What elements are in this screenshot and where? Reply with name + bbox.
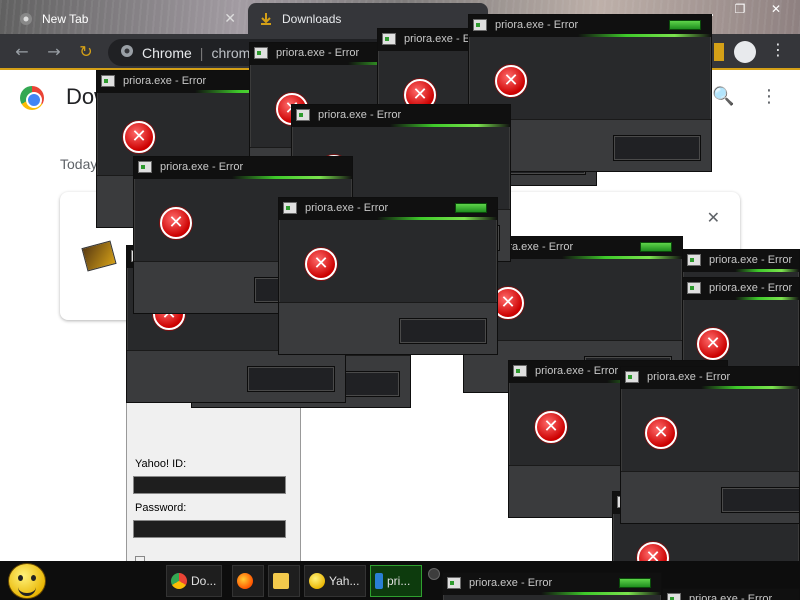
taskbar-item-chrome[interactable]: Do... xyxy=(166,565,222,597)
titlebar-button[interactable] xyxy=(669,20,701,30)
download-icon xyxy=(258,11,274,27)
error-x-icon: ✕ xyxy=(645,417,677,449)
close-window-icon[interactable]: ✕ xyxy=(768,2,784,18)
password-input[interactable] xyxy=(133,520,286,538)
dialog-title: priora.exe - Error xyxy=(495,19,579,31)
date-group-label: Today xyxy=(60,156,98,172)
dialog-title: priora.exe - Error xyxy=(689,593,773,600)
error-dialog[interactable]: priora.exe - Error ✕ xyxy=(278,197,498,355)
app-window-icon xyxy=(667,593,681,600)
more-options-icon[interactable]: ⋮ xyxy=(760,86,778,107)
titlebar-button[interactable] xyxy=(640,242,672,252)
priora-icon xyxy=(375,573,383,589)
chrome-icon xyxy=(18,11,34,27)
tray-icon[interactable] xyxy=(428,568,440,580)
app-window-icon xyxy=(687,254,701,266)
error-dialog[interactable]: priora.exe - Error ✕ xyxy=(620,366,800,524)
app-window-icon xyxy=(254,47,268,59)
dialog-footer xyxy=(621,471,799,523)
dialog-titlebar: priora.exe - Error xyxy=(279,198,497,220)
error-x-icon: ✕ xyxy=(535,411,567,443)
app-window-icon xyxy=(101,75,115,87)
file-icon xyxy=(81,240,117,272)
dialog-titlebar: priora.exe - Error xyxy=(683,278,799,300)
dialog-title: priora.exe - Error xyxy=(709,254,793,266)
dialog-title: priora.exe - Error xyxy=(709,282,793,294)
chrome-logo-icon xyxy=(20,86,44,110)
app-window-icon xyxy=(283,202,297,214)
error-dialog[interactable]: priora.exe - Error xyxy=(662,588,800,600)
chrome-site-icon xyxy=(120,44,134,61)
dialog-title: priora.exe - Error xyxy=(123,75,207,87)
yahoo-messenger-icon xyxy=(309,573,325,589)
ok-button[interactable] xyxy=(247,366,335,392)
folder-icon xyxy=(273,573,289,589)
omnibox-site: Chrome xyxy=(142,44,192,61)
error-x-icon: ✕ xyxy=(697,328,729,360)
password-label: Password: xyxy=(135,502,187,514)
error-x-icon: ✕ xyxy=(160,207,192,239)
yahoo-id-input[interactable] xyxy=(133,476,286,494)
back-arrow-icon[interactable]: ← xyxy=(12,42,32,62)
dialog-title: priora.exe - Error xyxy=(305,202,389,214)
tab-label: New Tab xyxy=(42,11,89,26)
app-window-icon xyxy=(513,365,527,377)
taskbar-item-label: Do... xyxy=(191,574,217,588)
taskbar-item-label: Yah... xyxy=(329,574,360,588)
dialog-titlebar: priora.exe - Error xyxy=(663,589,799,600)
omnibox-separator: | xyxy=(199,44,204,61)
restore-icon[interactable]: ❐ xyxy=(732,2,748,18)
error-x-icon: ✕ xyxy=(495,65,527,97)
firefox-icon xyxy=(237,573,253,589)
tab-new-tab[interactable]: New Tab ✕ xyxy=(8,3,246,34)
dialog-title: priora.exe - Error xyxy=(647,371,731,383)
taskbar-item-yahoo[interactable]: Yah... xyxy=(304,565,366,597)
titlebar-button[interactable] xyxy=(455,203,487,213)
reload-icon[interactable]: ↻ xyxy=(76,42,96,62)
taskbar-item-label: pri... xyxy=(387,574,411,588)
search-icon[interactable]: 🔍 xyxy=(712,86,734,107)
titlebar-button[interactable] xyxy=(619,578,651,588)
remove-download-icon[interactable]: ✕ xyxy=(707,208,720,227)
profile-avatar[interactable] xyxy=(734,41,756,63)
browser-menu-icon[interactable]: ⋮ xyxy=(770,40,786,59)
dialog-footer xyxy=(127,350,345,402)
taskbar-item-firefox[interactable] xyxy=(232,565,264,597)
close-tab-icon[interactable]: ✕ xyxy=(224,10,236,27)
error-x-icon: ✕ xyxy=(305,248,337,280)
dialog-title: priora.exe - Error xyxy=(160,161,244,173)
dialog-footer xyxy=(279,302,497,354)
app-window-icon xyxy=(447,577,461,589)
app-window-icon xyxy=(473,19,487,31)
chrome-icon xyxy=(171,573,187,589)
start-smiley-icon[interactable] xyxy=(8,563,46,599)
taskbar-item-priora[interactable]: pri... xyxy=(370,565,422,597)
forward-arrow-icon[interactable]: → xyxy=(44,42,64,62)
yahoo-login-panel: Yahoo! ID: Password: xyxy=(126,390,301,562)
app-window-icon xyxy=(296,109,310,121)
ok-button[interactable] xyxy=(613,135,701,161)
dialog-title: priora.exe - Error xyxy=(318,109,402,121)
dialog-titlebar: priora.exe - Error xyxy=(469,15,711,37)
dialog-title: priora.exe - Error xyxy=(469,577,553,589)
app-window-icon xyxy=(625,371,639,383)
extension-icon[interactable] xyxy=(714,43,724,61)
dialog-titlebar: priora.exe - Error xyxy=(134,157,352,179)
dialog-titlebar: priora.exe - Error xyxy=(683,250,799,272)
app-window-icon xyxy=(138,161,152,173)
error-dialog[interactable]: priora.exe - Error xyxy=(442,572,662,600)
ok-button[interactable] xyxy=(399,318,487,344)
dialog-titlebar: priora.exe - Error xyxy=(443,573,661,595)
ok-button[interactable] xyxy=(721,487,799,513)
dialog-title: priora.exe - Error xyxy=(535,365,619,377)
app-window-icon xyxy=(382,33,396,45)
dialog-titlebar: priora.exe - Error xyxy=(621,367,799,389)
dialog-title: priora.exe - Error xyxy=(276,47,360,59)
taskbar-item-folder[interactable] xyxy=(268,565,300,597)
error-x-icon: ✕ xyxy=(123,121,155,153)
yahoo-id-label: Yahoo! ID: xyxy=(135,458,187,470)
dialog-titlebar: priora.exe - Error xyxy=(292,105,510,127)
tab-label: Downloads xyxy=(282,11,342,26)
app-window-icon xyxy=(687,282,701,294)
